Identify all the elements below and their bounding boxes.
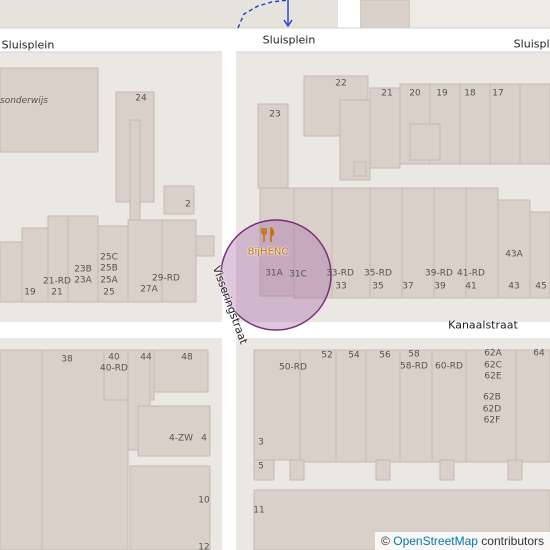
house-number: 58 [408,349,420,360]
house-number: 27A [140,284,158,295]
house-number: 35 [372,281,384,292]
house-number: 43 [508,281,520,292]
house-number: 17 [492,88,504,99]
house-number: 20 [409,88,421,99]
house-number: 4-ZW [168,433,194,444]
house-number: 64 [533,348,545,359]
house-number: 31C [289,269,307,280]
house-number: 39-RD [425,268,453,279]
house-number: 62F [483,415,501,426]
poi-label-bijhenc[interactable]: BijHENC [248,247,289,258]
house-number: 22 [335,78,347,89]
house-number: 35-RD [364,268,392,279]
house-number: 45 [535,281,547,292]
house-number: 54 [348,350,360,361]
house-number: 25B [100,263,118,274]
house-number: 39 [434,281,446,292]
house-number: 62D [482,404,502,415]
house-number: 60-RD [435,361,463,372]
street-label-sluisplein: Sluisplein [513,37,550,51]
house-number: 44 [140,352,152,363]
house-number: 41-RD [457,268,485,279]
house-number: 2 [185,199,191,210]
house-number: 25A [100,275,118,286]
house-number: 62C [484,360,502,371]
house-number: 62E [484,371,502,382]
house-number: 23B [74,264,92,275]
house-number: 33-RD [326,268,354,279]
house-number: 52 [321,350,333,361]
house-number: 25C [100,252,118,263]
house-number: 56 [379,350,391,361]
house-number: 21-RD [43,276,71,287]
house-number: 23A [74,275,92,286]
house-number: 12 [198,542,210,550]
restaurant-icon[interactable] [260,227,276,243]
openstreetmap-link[interactable]: OpenStreetMap [393,534,478,548]
house-number: 23 [269,109,281,120]
house-number: 3 [258,437,264,448]
house-number: 31A [265,268,283,279]
institution-label: sonderwijs [0,96,48,106]
house-number: 43A [505,249,523,260]
house-number: 62A [484,348,502,359]
house-number: 40-RD [100,363,128,374]
street-label-kanaalstraat: Kanaalstraat [448,318,518,332]
house-number: 29-RD [152,273,180,284]
street-label-sluisplein: Sluisplein [262,33,316,47]
house-number: 50-RD [279,362,307,373]
house-number: 4 [201,433,207,444]
copyright-symbol: © [381,534,390,548]
house-number: 5 [258,461,264,472]
house-number: 19 [436,88,448,99]
house-number: 58-RD [400,361,428,372]
map-attribution: © OpenStreetMap contributors [375,532,550,550]
map-view[interactable]: Sluisplein Sluisplein Sluisplein Visseri… [0,0,550,550]
house-number: 10 [198,495,210,506]
house-number: 18 [464,88,476,99]
attribution-suffix: contributors [481,534,544,548]
house-number: 33 [335,281,347,292]
house-number: 25 [103,287,115,298]
house-number: 21 [51,287,63,298]
house-number: 37 [402,281,414,292]
house-number: 21 [381,88,393,99]
house-number: 11 [253,505,265,516]
house-number: 38 [61,354,73,365]
house-number: 62B [483,392,501,403]
house-number: 41 [465,281,477,292]
street-label-sluisplein: Sluisplein [1,38,55,52]
house-number: 19 [24,287,36,298]
house-number: 24 [135,93,147,104]
house-number: 40 [108,352,120,363]
house-number: 48 [181,352,193,363]
